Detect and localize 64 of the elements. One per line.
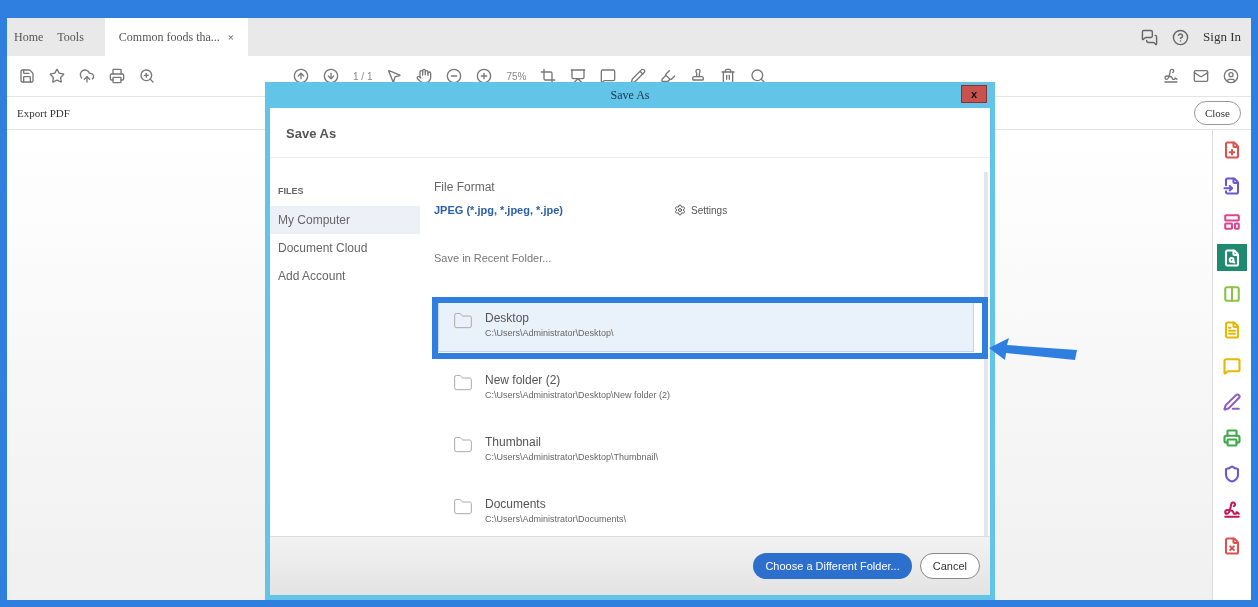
folder-row[interactable]: New folder (2) C:\Users\Administrator\Desktop\New folder (2) <box>438 364 974 414</box>
save-icon[interactable] <box>19 68 35 84</box>
zoom-icon[interactable] <box>139 68 155 84</box>
tab[interactable]: Tools <box>50 18 91 56</box>
signature-icon[interactable] <box>1163 68 1179 84</box>
hand-icon[interactable] <box>416 68 433 84</box>
presentation-icon[interactable] <box>570 68 587 84</box>
close-button[interactable]: x <box>961 85 987 103</box>
cloud-upload-icon[interactable] <box>79 68 95 84</box>
highlighter-icon[interactable] <box>660 68 677 84</box>
folder-row[interactable]: Documents C:\Users\Administrator\Documents\ <box>438 488 974 538</box>
pencil-icon[interactable] <box>630 68 647 84</box>
file-format[interactable]: JPEG (*.jpg, *.jpeg, *.jpe) <box>434 204 674 216</box>
folder-name: Documents <box>485 497 547 511</box>
share-comment-icon[interactable] <box>1141 28 1159 46</box>
close-button[interactable]: Close <box>1193 101 1241 125</box>
zoom-in-icon[interactable] <box>476 68 493 84</box>
folder-path: C:\Users\Administrator\Desktop\New folder (2) <box>485 390 671 400</box>
pointer-icon[interactable] <box>386 68 403 84</box>
user-icon[interactable] <box>1223 68 1239 84</box>
search-icon[interactable] <box>750 68 767 84</box>
settings-icon <box>674 204 686 216</box>
crop-icon[interactable] <box>540 68 557 84</box>
folder-name: Thumbnail <box>485 435 543 449</box>
mail-icon[interactable] <box>1193 68 1209 84</box>
folder-path: C:\Users\Administrator\Desktop\Thumbnail\ <box>485 452 659 462</box>
sign-in-link[interactable]: Sign In <box>1203 29 1241 45</box>
tab[interactable]: Common foods tha... × <box>104 18 249 56</box>
page-number: 1 / 1 <box>353 70 373 82</box>
folder-icon <box>453 497 473 517</box>
help-icon[interactable] <box>1172 28 1190 46</box>
cancel-button[interactable]: Cancel <box>919 553 980 579</box>
zoom-level[interactable]: 75% <box>506 70 527 82</box>
folder-row[interactable]: Desktop C:\Users\Administrator\Desktop\ <box>438 302 974 352</box>
choose-folder-button[interactable]: Choose a Different Folder... <box>753 553 912 579</box>
close-icon[interactable]: × <box>227 31 235 43</box>
tab[interactable]: Home <box>7 18 51 56</box>
sidebar-item[interactable]: Add Account <box>270 262 420 290</box>
sidebar-item[interactable]: My Computer <box>270 206 420 234</box>
folder-path: C:\Users\Administrator\Documents\ <box>485 514 627 524</box>
arrow-up-icon[interactable] <box>293 68 309 84</box>
zoom-out-icon[interactable] <box>446 68 463 84</box>
tool-tile[interactable] <box>1217 244 1247 271</box>
section-label: FILES <box>277 185 305 198</box>
section-label: Save in Recent Folder... <box>434 252 553 264</box>
folder-name: New folder (2) <box>485 373 562 387</box>
folder-icon <box>453 435 473 455</box>
trash-icon[interactable] <box>720 68 737 84</box>
print-icon[interactable] <box>109 68 125 84</box>
tool-icon <box>1223 248 1241 267</box>
comment-icon[interactable] <box>600 68 617 84</box>
folder-icon <box>453 373 473 393</box>
field-label: File Format <box>434 180 496 194</box>
arrow-down-icon[interactable] <box>323 68 339 84</box>
dialog-heading: Save As <box>270 108 990 158</box>
dialog-title: Save As <box>610 87 650 103</box>
panel-title: Export PDF <box>17 107 70 119</box>
settings-link[interactable]: Settings <box>674 204 728 216</box>
folder-icon <box>453 311 473 331</box>
star-icon[interactable] <box>49 68 65 84</box>
folder-row[interactable]: Thumbnail C:\Users\Administrator\Desktop\Thumbnail\ <box>438 426 974 476</box>
sidebar-item[interactable]: Document Cloud <box>270 234 420 262</box>
folder-name: Desktop <box>485 311 531 325</box>
folder-path: C:\Users\Administrator\Desktop\ <box>485 328 614 338</box>
